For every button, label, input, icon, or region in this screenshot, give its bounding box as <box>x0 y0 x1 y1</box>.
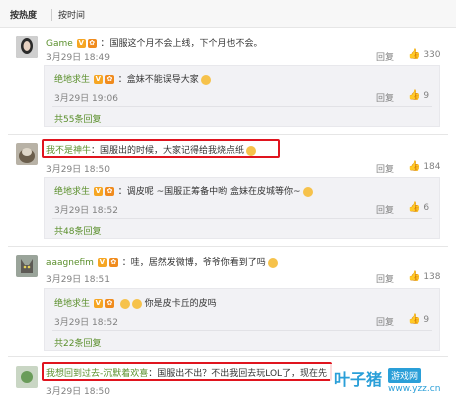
reply-button[interactable]: 回复 <box>376 162 394 175</box>
watermark-logo: 叶子猪 游戏网 www.yzz.cn <box>330 364 454 398</box>
comment-username[interactable]: 我想回到过去-沉默着欢喜 <box>46 369 148 379</box>
reply-text: ：盒妹不能误导大家 <box>117 75 199 85</box>
fan-badge-icon: ✿ <box>104 299 114 308</box>
comment-line: aaagnefim V ✿ ：哇，居然发微博，爷爷你看到了吗 <box>46 255 278 268</box>
comment-username[interactable]: aaagnefim <box>46 258 94 268</box>
avatar[interactable] <box>16 143 38 165</box>
verified-icon: V <box>76 39 86 48</box>
comment-username[interactable]: 我不是神牛 <box>46 146 91 156</box>
sort-bar: 按热度 按时间 <box>0 0 456 28</box>
watermark-brand: 叶子猪 <box>334 370 383 389</box>
reply-line: 绝地求生 V ✿ ：盒妹不能误导大家 <box>54 72 211 85</box>
comment-text: ：哇，居然发微博，爷爷你看到了吗 <box>121 258 266 268</box>
reply-username[interactable]: 绝地求生 <box>54 187 90 197</box>
thumb-up-icon: 👍 <box>408 161 421 172</box>
reply-button[interactable]: 回复 <box>376 50 394 63</box>
fan-badge-icon: ✿ <box>108 258 118 267</box>
verified-icon: V <box>93 75 103 84</box>
thumb-up-icon: 👍 <box>408 90 421 101</box>
watermark-sub: 游戏网 <box>388 368 422 383</box>
comment-divider <box>8 134 448 135</box>
comment-text: ：国服出的时候，大家记得给我烧点纸 <box>91 146 245 156</box>
emoji-icon <box>119 298 130 309</box>
reply-text: 你是皮卡丘的皮吗 <box>144 299 217 309</box>
like-count: 184 <box>423 162 441 172</box>
verified-icon: V <box>97 258 107 267</box>
reply-divider <box>52 218 432 219</box>
emoji-icon <box>246 145 257 156</box>
more-replies-link[interactable]: 共48条回复 <box>54 224 101 237</box>
emoji-icon <box>131 298 142 309</box>
comment-time: 3月29日 18:51 <box>46 275 110 285</box>
reply-time: 3月29日 18:52 <box>54 318 118 328</box>
like-button[interactable]: 👍 184 <box>408 161 441 172</box>
like-button[interactable]: 👍 6 <box>408 202 429 213</box>
verified-icon: V <box>93 299 103 308</box>
reply-time: 3月29日 18:52 <box>54 206 118 216</box>
verified-icon: V <box>93 187 103 196</box>
reply-line: 绝地求生 V ✿ 你是皮卡丘的皮吗 <box>54 296 217 309</box>
fan-badge-icon: ✿ <box>87 39 97 48</box>
emoji-icon <box>302 186 313 197</box>
comment-divider <box>8 246 448 247</box>
comment-time: 3月29日 18:50 <box>46 387 110 397</box>
like-count: 6 <box>423 203 430 213</box>
reply-button[interactable]: 回复 <box>376 272 394 285</box>
like-button[interactable]: 👍 138 <box>408 271 441 282</box>
fan-badge-icon: ✿ <box>104 187 114 196</box>
comment-time: 3月29日 18:50 <box>46 165 110 175</box>
like-count: 330 <box>423 50 441 60</box>
avatar[interactable] <box>16 255 38 277</box>
reply-time: 3月29日 19:06 <box>54 94 118 104</box>
reply-username[interactable]: 绝地求生 <box>54 75 90 85</box>
reply-divider <box>52 330 432 331</box>
thumb-up-icon: 👍 <box>408 49 421 60</box>
reply-divider <box>52 106 432 107</box>
avatar[interactable] <box>16 366 38 388</box>
like-count: 138 <box>423 272 441 282</box>
like-button[interactable]: 👍 9 <box>408 90 429 101</box>
reply-button[interactable]: 回复 <box>376 315 394 328</box>
sort-by-time-tab[interactable]: 按时间 <box>58 8 85 21</box>
thumb-up-icon: 👍 <box>408 202 421 213</box>
fan-badge-icon: ✿ <box>104 75 114 84</box>
thumb-up-icon: 👍 <box>408 271 421 282</box>
emoji-icon <box>267 257 278 268</box>
more-replies-link[interactable]: 共22条回复 <box>54 336 101 349</box>
comment-line: 我不是神牛：国服出的时候，大家记得给我烧点纸 <box>46 143 257 156</box>
like-button[interactable]: 👍 330 <box>408 49 441 60</box>
sort-separator <box>51 9 52 21</box>
reply-button[interactable]: 回复 <box>376 91 394 104</box>
avatar[interactable] <box>16 36 38 58</box>
reply-username[interactable]: 绝地求生 <box>54 299 90 309</box>
more-replies-link[interactable]: 共55条回复 <box>54 112 101 125</box>
reply-text: ：调皮呢 ~国服正筹备中哟 盒妹在皮城等你~ <box>117 187 301 197</box>
watermark-url: www.yzz.cn <box>388 384 441 394</box>
reply-line: 绝地求生 V ✿ ：调皮呢 ~国服正筹备中哟 盒妹在皮城等你~ <box>54 184 313 197</box>
comment-line: Game V ✿ ：国服这个月不会上线，下个月也不会。 <box>46 36 263 49</box>
comment-username[interactable]: Game <box>46 39 73 49</box>
like-button[interactable]: 👍 9 <box>408 314 429 325</box>
like-count: 9 <box>423 315 430 325</box>
emoji-icon <box>200 74 211 85</box>
comment-time: 3月29日 18:49 <box>46 53 110 63</box>
reply-button[interactable]: 回复 <box>376 203 394 216</box>
comment-text: ：国服出不出？不出我回去玩LOL了，现在先 <box>148 369 328 379</box>
sort-by-hot-tab[interactable]: 按热度 <box>10 8 37 21</box>
comment-divider <box>8 356 448 357</box>
comment-text: ：国服这个月不会上线，下个月也不会。 <box>100 39 263 49</box>
thumb-up-icon: 👍 <box>408 314 421 325</box>
comment-line: 我想回到过去-沉默着欢喜：国服出不出？不出我回去玩LOL了，现在先 <box>46 366 327 379</box>
like-count: 9 <box>423 91 430 101</box>
